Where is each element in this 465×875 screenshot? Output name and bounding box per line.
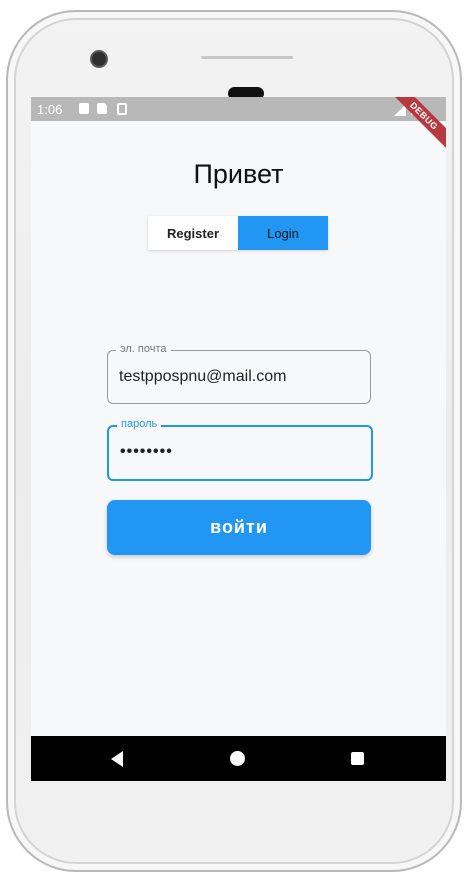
back-icon[interactable] <box>111 751 123 767</box>
password-field-label: пароль <box>117 418 162 430</box>
status-time: 1:06 <box>37 102 63 117</box>
notification-a-icon <box>79 103 89 114</box>
sd-card-icon <box>97 103 107 114</box>
front-camera <box>90 50 108 68</box>
email-field-value: testpposрnu@mail.com <box>119 368 287 385</box>
tab-login[interactable]: Login <box>238 216 328 250</box>
login-button[interactable]: войти <box>107 500 371 555</box>
navigation-bar <box>31 736 446 781</box>
email-field-label: эл. почта <box>116 343 171 355</box>
email-field[interactable]: эл. почта testpposрnu@mail.com <box>107 343 371 404</box>
page-title: Привет <box>193 159 284 189</box>
recents-icon[interactable] <box>351 752 364 765</box>
tab-register[interactable]: Register <box>148 216 238 250</box>
status-bar: 1:06 DEBUG <box>31 97 446 155</box>
password-field-value: •••••••• <box>120 443 173 460</box>
app-screen: 1:06 DEBUG Привет Register Login эл. поч… <box>31 97 446 781</box>
password-field[interactable]: пароль •••••••• <box>107 418 373 481</box>
auth-mode-toggle: Register Login <box>148 216 328 250</box>
storage-icon <box>117 103 127 115</box>
speaker-grill <box>201 56 293 59</box>
home-icon[interactable] <box>230 751 245 766</box>
